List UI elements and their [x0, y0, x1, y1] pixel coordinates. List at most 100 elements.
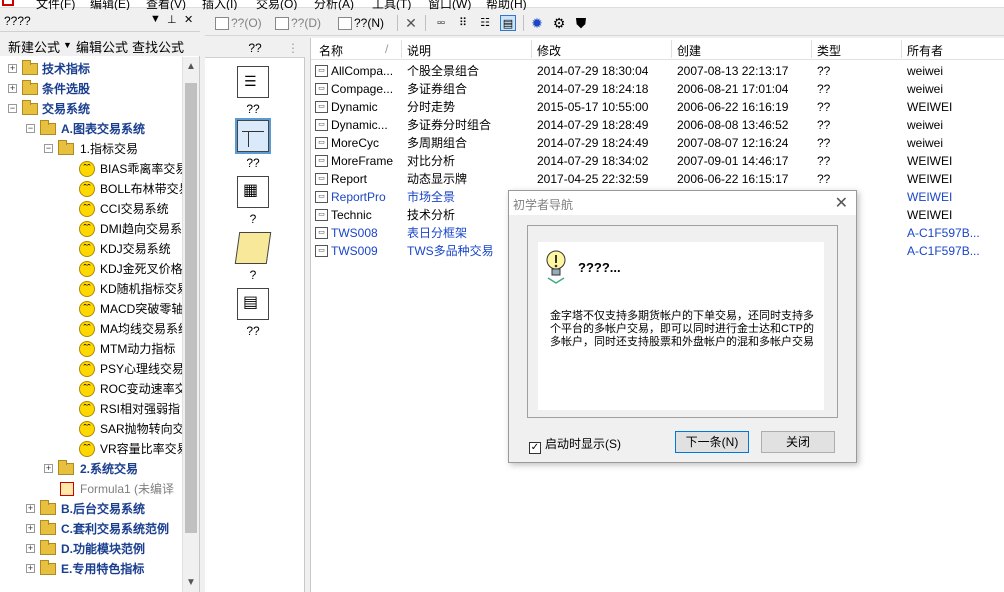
tree-node[interactable]: − A.图表交易系统 [0, 119, 182, 139]
new-button[interactable]: ??(N) [338, 14, 384, 32]
tree-label: MA均线交易系统 [100, 322, 182, 336]
dialog-title: 初学者导航 [513, 198, 574, 212]
collapse-icon[interactable]: − [26, 124, 35, 133]
panel-title: ???? [4, 14, 31, 28]
tree-node[interactable]: Formula1 (未编译 [0, 479, 182, 499]
find-formula-button[interactable]: 查找公式 [132, 37, 184, 56]
tree-node[interactable]: ˆˆ SAR抛物转向交 [0, 419, 182, 439]
tree-node[interactable]: + 技术指标 [0, 59, 182, 79]
collapse-icon[interactable]: − [44, 144, 53, 153]
shield-icon[interactable]: ⛊ [573, 15, 589, 31]
app-icon [2, 0, 14, 6]
tree-node[interactable]: ˆˆ KD随机指标交易 [0, 279, 182, 299]
column-type[interactable]: 类型 [817, 42, 841, 59]
delete-layout-button[interactable]: ??(D) [275, 14, 321, 32]
toolbar-divider [425, 15, 426, 31]
small-icons-icon[interactable]: ⠿ [455, 15, 471, 31]
collapse-icon[interactable]: − [8, 104, 17, 113]
delete-icon[interactable]: ✕ [403, 15, 419, 31]
tree-node[interactable]: ˆˆ BOLL布林带交易 [0, 179, 182, 199]
table-row[interactable]: ▭ Dynamic 分时走势 2015-05-17 10:55:00 2006-… [311, 98, 1004, 116]
new-formula-button[interactable]: 新建公式 [8, 37, 60, 56]
category-item[interactable]: ☰ ?? [233, 66, 273, 116]
scroll-down-icon[interactable]: ▼ [186, 577, 196, 588]
scroll-thumb[interactable] [185, 83, 197, 533]
show-on-startup-checkbox[interactable]: ✓ 启动时显示(S) [529, 435, 621, 454]
category-item[interactable]: ▤ ?? [233, 288, 273, 338]
tree-node[interactable]: ˆˆ MA均线交易系统 [0, 319, 182, 339]
expand-icon[interactable]: + [26, 544, 35, 553]
tree-node[interactable]: + E.专用特色指标 [0, 559, 182, 579]
column-modified[interactable]: 修改 [537, 42, 561, 59]
expand-icon[interactable]: + [8, 84, 17, 93]
next-tip-button[interactable]: 下一条(N) [675, 431, 749, 453]
table-row[interactable]: ▭ Report 动态显示牌 2017-04-25 22:32:59 2006-… [311, 170, 1004, 188]
table-row[interactable]: ▭ MoreFrame 对比分析 2014-07-29 18:34:02 200… [311, 152, 1004, 170]
tree-scrollbar[interactable]: ▲ ▼ [182, 57, 199, 592]
category-item-selected[interactable]: ?? [233, 118, 273, 170]
menubar: 文件(F) 编辑(E) 查看(V) 插入(I) 交易(O) 分析(A) 工具(T… [0, 0, 1004, 11]
close-icon[interactable]: ✕ [835, 193, 848, 213]
tree-node[interactable]: + D.功能模块范例 [0, 539, 182, 559]
gear-icon[interactable]: ⚙ [551, 15, 567, 31]
close-icon[interactable]: ✕ [184, 13, 193, 26]
column-name[interactable]: 名称 [319, 42, 343, 59]
tree-node[interactable]: ˆˆ PSY心理线交易 [0, 359, 182, 379]
pin-icon[interactable]: ⊥ [167, 13, 177, 26]
list-view-icon[interactable]: ☷ [477, 15, 493, 31]
close-button[interactable]: 关闭 [761, 431, 835, 453]
column-owner[interactable]: 所有者 [907, 42, 943, 59]
smiley-icon: ˆˆ [79, 161, 95, 177]
tree-node[interactable]: ˆˆ MACD突破零轴 [0, 299, 182, 319]
tree-node[interactable]: ˆˆ KDJ交易系统 [0, 239, 182, 259]
category-item[interactable]: ? [233, 232, 273, 282]
tree-node[interactable]: ˆˆ CCI交易系统 [0, 199, 182, 219]
expand-icon[interactable]: + [26, 564, 35, 573]
expand-icon[interactable]: + [26, 504, 35, 513]
settings-icon[interactable]: ✹ [529, 15, 545, 31]
expand-icon[interactable]: + [26, 524, 35, 533]
table-row[interactable]: ▭ MoreCyc 多周期组合 2014-07-29 18:24:49 2007… [311, 134, 1004, 152]
scroll-up-icon[interactable]: ▲ [186, 61, 196, 72]
tree-node[interactable]: ˆˆ MTM动力指标 [0, 339, 182, 359]
tree-node[interactable]: ˆˆ RSI相对强弱指 [0, 399, 182, 419]
tip-heading: ????... [578, 260, 621, 275]
dropdown-icon[interactable]: ▼ [150, 13, 161, 25]
tree-label: Formula1 (未编译 [80, 482, 175, 496]
table-row[interactable]: ▭ Compage... 多证券组合 2014-07-29 18:24:18 2… [311, 80, 1004, 98]
tree-node[interactable]: + 条件选股 [0, 79, 182, 99]
folder-open-icon [58, 140, 74, 155]
expand-icon[interactable]: + [8, 64, 17, 73]
category-item[interactable]: ▦ ? [233, 176, 273, 226]
smiley-icon: ˆˆ [79, 261, 95, 277]
column-created[interactable]: 创建 [677, 42, 701, 59]
tree-node[interactable]: ˆˆ DMI趋向交易系 [0, 219, 182, 239]
tree-label: 技术指标 [42, 62, 91, 76]
tree-label: BOLL布林带交易 [100, 182, 182, 196]
checkbox-checked-icon[interactable]: ✓ [529, 442, 541, 454]
large-icons-icon[interactable]: ▫▫ [433, 15, 449, 31]
table-row[interactable]: ▭ AllCompa... 个股全景组合 2014-07-29 18:30:04… [311, 62, 1004, 80]
expand-icon[interactable]: + [44, 464, 53, 473]
tree-node[interactable]: ˆˆ KDJ金死叉价格 [0, 259, 182, 279]
file-icon: ▭ [315, 209, 328, 221]
open-icon [215, 17, 229, 31]
tip-content: ????... 金字塔不仅支持多期货帐户的下单交易，还同时支持多个平台的多帐户交… [538, 242, 824, 410]
edit-formula-button[interactable]: 编辑公式 [76, 37, 128, 56]
tree-node[interactable]: ˆˆ VR容量比率交易 [0, 439, 182, 459]
tree-node[interactable]: ˆˆ BIAS乖离率交易 [0, 159, 182, 179]
open-button[interactable]: ??(O) [215, 14, 262, 32]
tree-node[interactable]: − 1.指标交易 [0, 139, 182, 159]
details-view-icon[interactable]: ▤ [500, 15, 516, 31]
new-formula-dropdown-icon[interactable]: ▼ [63, 40, 72, 50]
tree-node[interactable]: − 交易系统 [0, 99, 182, 119]
tree-node[interactable]: + C.套利交易系统范例 [0, 519, 182, 539]
tree-node[interactable]: ˆˆ ROC变动速率交 [0, 379, 182, 399]
column-desc[interactable]: 说明 [407, 42, 431, 59]
tree-node[interactable]: + 2.系统交易 [0, 459, 182, 479]
table-row[interactable]: ▭ Dynamic... 多证券分时组合 2014-07-29 18:28:49… [311, 116, 1004, 134]
tree-label: C.套利交易系统范例 [61, 522, 170, 536]
category-header: ?? ⋮ [205, 38, 305, 58]
tree-node[interactable]: + B.后台交易系统 [0, 499, 182, 519]
tree-label: D.功能模块范例 [61, 542, 146, 556]
